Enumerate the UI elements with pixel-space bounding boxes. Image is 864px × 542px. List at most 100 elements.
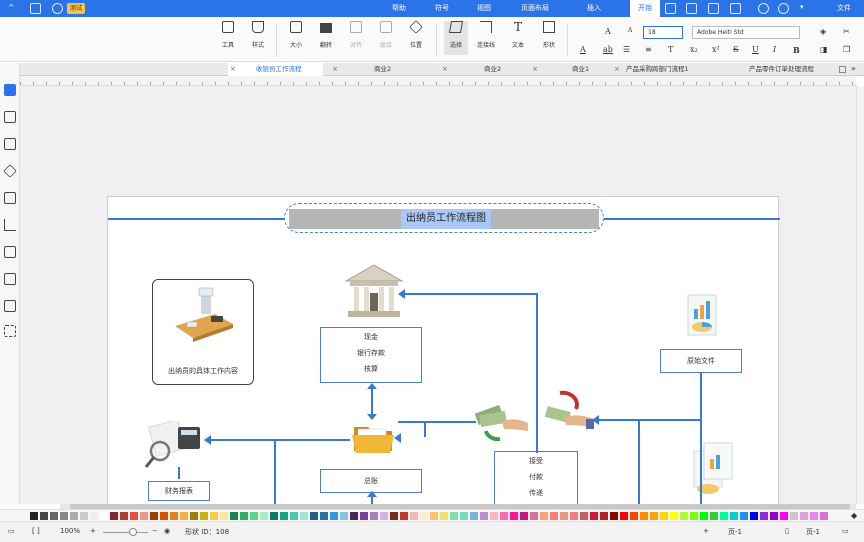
color-swatch[interactable] [230,512,238,520]
close-icon[interactable]: × [442,63,448,76]
bank-box[interactable]: 现金 银行存款 核算 [320,327,422,383]
color-swatch[interactable] [30,512,38,520]
color-swatch[interactable] [40,512,48,520]
color-swatch[interactable] [140,512,148,520]
shrink-font-icon[interactable]: A [628,27,632,34]
color-swatch[interactable] [560,512,568,520]
shape-button[interactable]: 形状 [537,21,561,49]
color-swatch[interactable] [460,512,468,520]
underline-icon[interactable]: U [752,45,759,54]
zoom-in-button[interactable]: + [90,527,96,535]
color-swatch[interactable] [190,512,198,520]
tab-insert[interactable]: 插入 [580,0,608,17]
color-swatch[interactable] [90,512,98,520]
color-swatch[interactable] [350,512,358,520]
color-swatch[interactable] [240,512,248,520]
position-button[interactable]: 位置 [404,20,428,49]
format-painter-icon[interactable]: ◈ [820,27,826,36]
color-swatch[interactable] [710,512,718,520]
detail-card[interactable]: 出纳员的具体工作内容 [152,279,254,385]
color-swatch[interactable] [430,512,438,520]
color-swatch[interactable] [500,512,508,520]
doc-tab[interactable]: × 商业2 [330,63,410,76]
highlight-icon[interactable]: ab [603,45,613,54]
color-swatch[interactable] [400,512,408,520]
layers-panel-icon[interactable] [3,164,17,178]
tab-page-layout[interactable]: 页面布局 [515,0,555,17]
redo-icon[interactable] [778,3,789,14]
text-case-icon[interactable]: T [668,45,673,54]
color-swatch[interactable] [650,512,658,520]
doc-tab[interactable]: × 商业1 [530,63,602,76]
color-swatch[interactable] [770,512,778,520]
page-add-icon[interactable]: + [703,527,709,535]
color-swatch[interactable] [610,512,618,520]
color-swatch[interactable] [700,512,708,520]
color-swatch[interactable] [810,512,818,520]
color-swatch[interactable] [780,512,788,520]
color-swatch[interactable] [720,512,728,520]
tools-button[interactable]: 工具 [216,21,240,49]
zoom-out-button[interactable]: − [152,527,158,535]
chart-panel-icon[interactable] [4,219,16,231]
superscript-icon[interactable]: x² [712,45,720,54]
color-swatch[interactable] [210,512,218,520]
color-swatch[interactable] [760,512,768,520]
image-panel-icon[interactable] [4,138,16,150]
diagram-title[interactable]: 出纳员工作流程图 [401,209,491,229]
grid-panel-icon[interactable] [4,111,16,123]
color-swatch[interactable] [310,512,318,520]
doc-tab-active[interactable]: × 收银员工作流程 [228,63,323,76]
color-swatch[interactable] [670,512,678,520]
select-button[interactable]: 选择 [444,21,468,55]
export-icon[interactable] [665,3,676,14]
doc-tab[interactable]: × 商业2 [440,63,515,76]
print-icon[interactable] [686,3,697,14]
fit-page-icon[interactable]: [ ] [32,527,40,535]
finance-report-box[interactable]: 财务报表 [148,481,210,501]
color-swatch[interactable] [340,512,348,520]
open-icon[interactable] [730,3,741,14]
paint-bucket-icon[interactable]: ◆ [851,511,857,520]
subscript-icon[interactable]: x₂ [690,45,698,54]
copy-icon[interactable]: ❐ [843,45,850,54]
color-swatch[interactable] [130,512,138,520]
font-size-select[interactable]: 18 [643,26,683,39]
present-icon[interactable]: ▭ [842,527,849,535]
color-swatch[interactable] [540,512,548,520]
color-swatch[interactable] [480,512,488,520]
color-swatch[interactable] [450,512,458,520]
zoom-slider[interactable] [103,532,148,533]
color-swatch[interactable] [330,512,338,520]
color-swatch[interactable] [300,512,308,520]
grid-icon[interactable] [30,3,41,14]
color-swatch[interactable] [250,512,258,520]
scroll-right-icon[interactable]: » [851,64,856,73]
color-swatch[interactable] [120,512,128,520]
color-swatch[interactable] [280,512,288,520]
money-flow-box[interactable]: 接受 付款 传递 [494,451,578,504]
color-swatch[interactable] [170,512,178,520]
color-swatch[interactable] [200,512,208,520]
style-button[interactable]: 样式 [246,21,270,49]
color-swatch[interactable] [270,512,278,520]
original-docs-box[interactable]: 原始文件 [660,349,742,373]
color-swatch[interactable] [160,512,168,520]
outline-panel-icon[interactable] [4,300,16,312]
page-panel-icon[interactable] [4,192,16,204]
settings-icon[interactable] [52,3,63,14]
diagram-page[interactable]: 出纳员工作流程图 出纳员的具体工作内容 现金 银行存款 核算 原始文件 总账 接… [107,196,780,504]
color-swatch[interactable] [70,512,78,520]
italic-icon[interactable]: I [773,45,776,54]
history-panel-icon[interactable] [4,273,16,285]
color-swatch[interactable] [490,512,498,520]
color-swatch[interactable] [80,512,88,520]
text-button[interactable]: T 文本 [506,21,530,49]
tab-view[interactable]: 视图 [470,0,498,17]
color-swatch[interactable] [590,512,598,520]
flip-button[interactable]: 翻转 [314,21,338,49]
color-swatch[interactable] [530,512,538,520]
canvas[interactable]: 出纳员工作流程图 出纳员的具体工作内容 现金 银行存款 核算 原始文件 总账 接… [20,86,856,504]
color-swatch[interactable] [60,512,68,520]
save-icon[interactable] [708,3,719,14]
